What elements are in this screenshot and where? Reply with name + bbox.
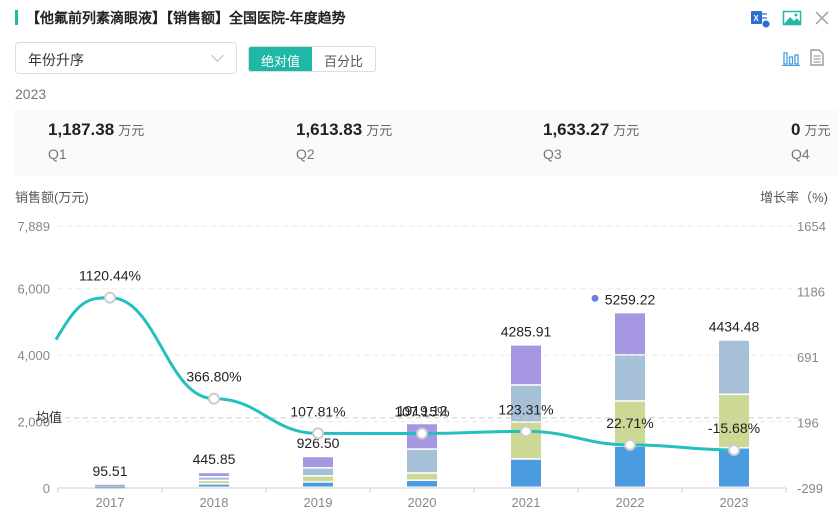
bar-segment-q1: [199, 484, 229, 487]
y2-tick-label: 196: [797, 416, 819, 431]
bar-total-label: 95.51: [92, 463, 127, 479]
y-tick-label: 7,889: [17, 219, 50, 234]
bar-segment-q4: [303, 457, 333, 468]
bar-segment-q4: [615, 313, 645, 355]
growth-label: 107.81%: [290, 403, 345, 419]
bar-segment-q1: [511, 459, 541, 487]
bar-segment-q1: [407, 481, 437, 487]
bar-total-label: 5259.22: [605, 291, 656, 307]
x-tick-label: 2017: [96, 495, 125, 510]
growth-point: [104, 291, 116, 304]
growth-point: [728, 443, 740, 456]
x-tick-label: 2022: [616, 495, 645, 510]
x-tick-label: 2020: [408, 495, 437, 510]
growth-point: [520, 425, 532, 438]
bar-segment-q3: [615, 355, 645, 401]
bar-segment-q3: [199, 477, 229, 480]
y2-tick-label: 1186: [797, 285, 825, 300]
y2-tick-label: 1654: [797, 219, 826, 234]
x-tick-label: 2018: [200, 495, 229, 510]
growth-point: [624, 438, 636, 451]
bar-segment-q3: [407, 449, 437, 473]
growth-point: [416, 427, 428, 440]
x-tick-label: 2023: [720, 495, 749, 510]
bar-segment-q4: [199, 473, 229, 477]
bar-segment-q2: [199, 481, 229, 484]
y-tick-label: 4,000: [17, 348, 50, 363]
bar-segment-q2: [303, 476, 333, 482]
x-tick-label: 2021: [512, 495, 541, 510]
bar-total-label: 4434.48: [709, 319, 760, 335]
growth-point: [312, 427, 324, 440]
y2-tick-label: 691: [797, 350, 819, 365]
bar-segment-q1: [303, 482, 333, 487]
bar-segment-q3: [303, 468, 333, 476]
growth-label: 107.15%: [394, 404, 449, 420]
bar-segment-q1: [615, 446, 645, 487]
highlight-dot: [591, 294, 599, 302]
sales-trend-chart: 02,0004,0006,0007,889-299196691118616542…: [17, 219, 826, 510]
bar-segment-q2: [407, 473, 437, 480]
growth-label: 123.31%: [498, 401, 553, 417]
x-tick-label: 2019: [304, 495, 333, 510]
y2-tick-label: -299: [797, 481, 823, 496]
bar-segment-q3: [719, 340, 749, 394]
mean-label: 均值: [36, 410, 62, 425]
bar-segment-q4: [95, 484, 125, 486]
growth-label: 22.71%: [606, 415, 653, 431]
bar-segment-q4: [511, 345, 541, 385]
growth-label: 366.80%: [186, 369, 241, 385]
y-tick-label: 6,000: [17, 282, 50, 297]
bar-total-label: 4285.91: [501, 324, 552, 340]
y-tick-label: 0: [43, 481, 50, 496]
growth-label: -15.68%: [708, 420, 760, 436]
bar-total-label: 445.85: [193, 451, 236, 467]
growth-label: 1120.44%: [79, 268, 141, 284]
growth-point: [208, 392, 220, 405]
